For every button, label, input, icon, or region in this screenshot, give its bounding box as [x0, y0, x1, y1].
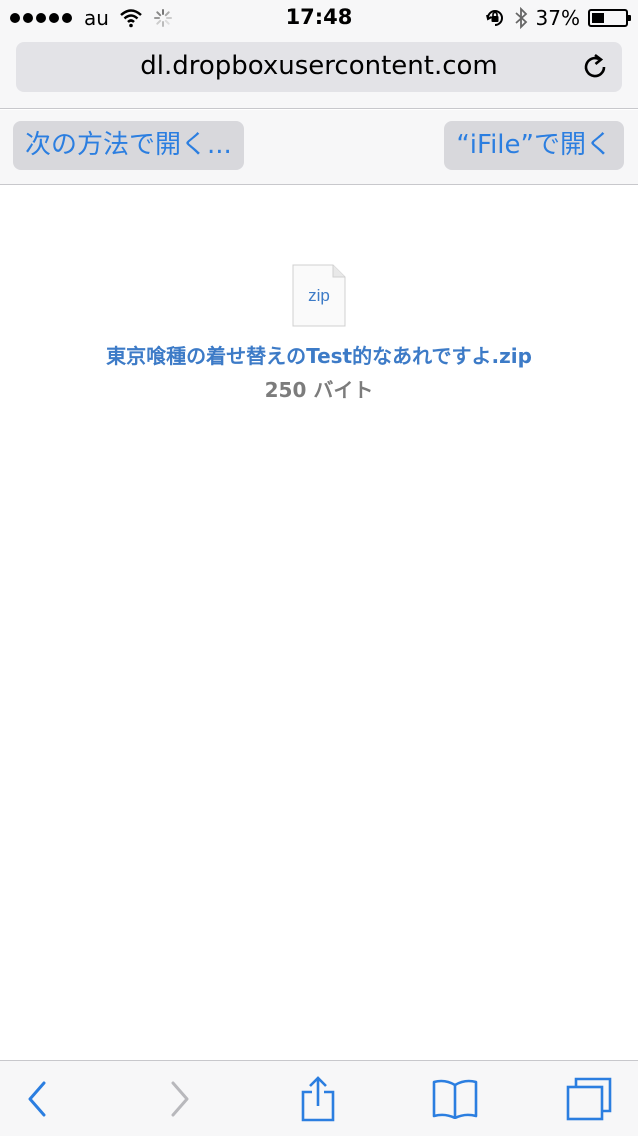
- reload-icon[interactable]: [580, 52, 610, 82]
- bluetooth-icon: [514, 7, 527, 29]
- status-bar: au 17:48 37%: [0, 0, 638, 36]
- share-icon: [301, 1076, 335, 1122]
- status-right: 37%: [484, 5, 631, 31]
- bookmarks-icon: [432, 1079, 478, 1119]
- file-name: 東京喰種の着せ替えのTest的なあれですよ.zip: [106, 344, 532, 368]
- file-type-label: zip: [308, 286, 330, 305]
- battery-level: [592, 13, 604, 23]
- share-button[interactable]: [283, 1061, 353, 1136]
- open-in-button[interactable]: 次の方法で開く...: [13, 121, 244, 170]
- open-in-ifile-button[interactable]: “iFile”で開く: [444, 121, 624, 170]
- url-text[interactable]: dl.dropboxusercontent.com: [16, 51, 622, 81]
- battery-percent: 37%: [535, 6, 580, 30]
- battery-icon: [588, 9, 631, 27]
- open-in-bar: 次の方法で開く... “iFile”で開く: [0, 110, 638, 185]
- file-size: 250 バイト: [264, 378, 374, 402]
- forward-icon: [171, 1081, 189, 1117]
- back-button[interactable]: [2, 1061, 72, 1136]
- tabs-button[interactable]: [554, 1061, 624, 1136]
- orientation-lock-icon: [485, 10, 503, 26]
- tabs-icon: [566, 1077, 612, 1121]
- forward-button[interactable]: [145, 1061, 215, 1136]
- bookmarks-button[interactable]: [420, 1061, 490, 1136]
- zip-file-icon: zip: [292, 264, 346, 327]
- bottom-toolbar: [0, 1060, 638, 1136]
- address-bar[interactable]: dl.dropboxusercontent.com: [16, 42, 622, 92]
- browser-header: au 17:48 37% dl.dropboxusercontent.com: [0, 0, 638, 109]
- back-icon: [28, 1081, 46, 1117]
